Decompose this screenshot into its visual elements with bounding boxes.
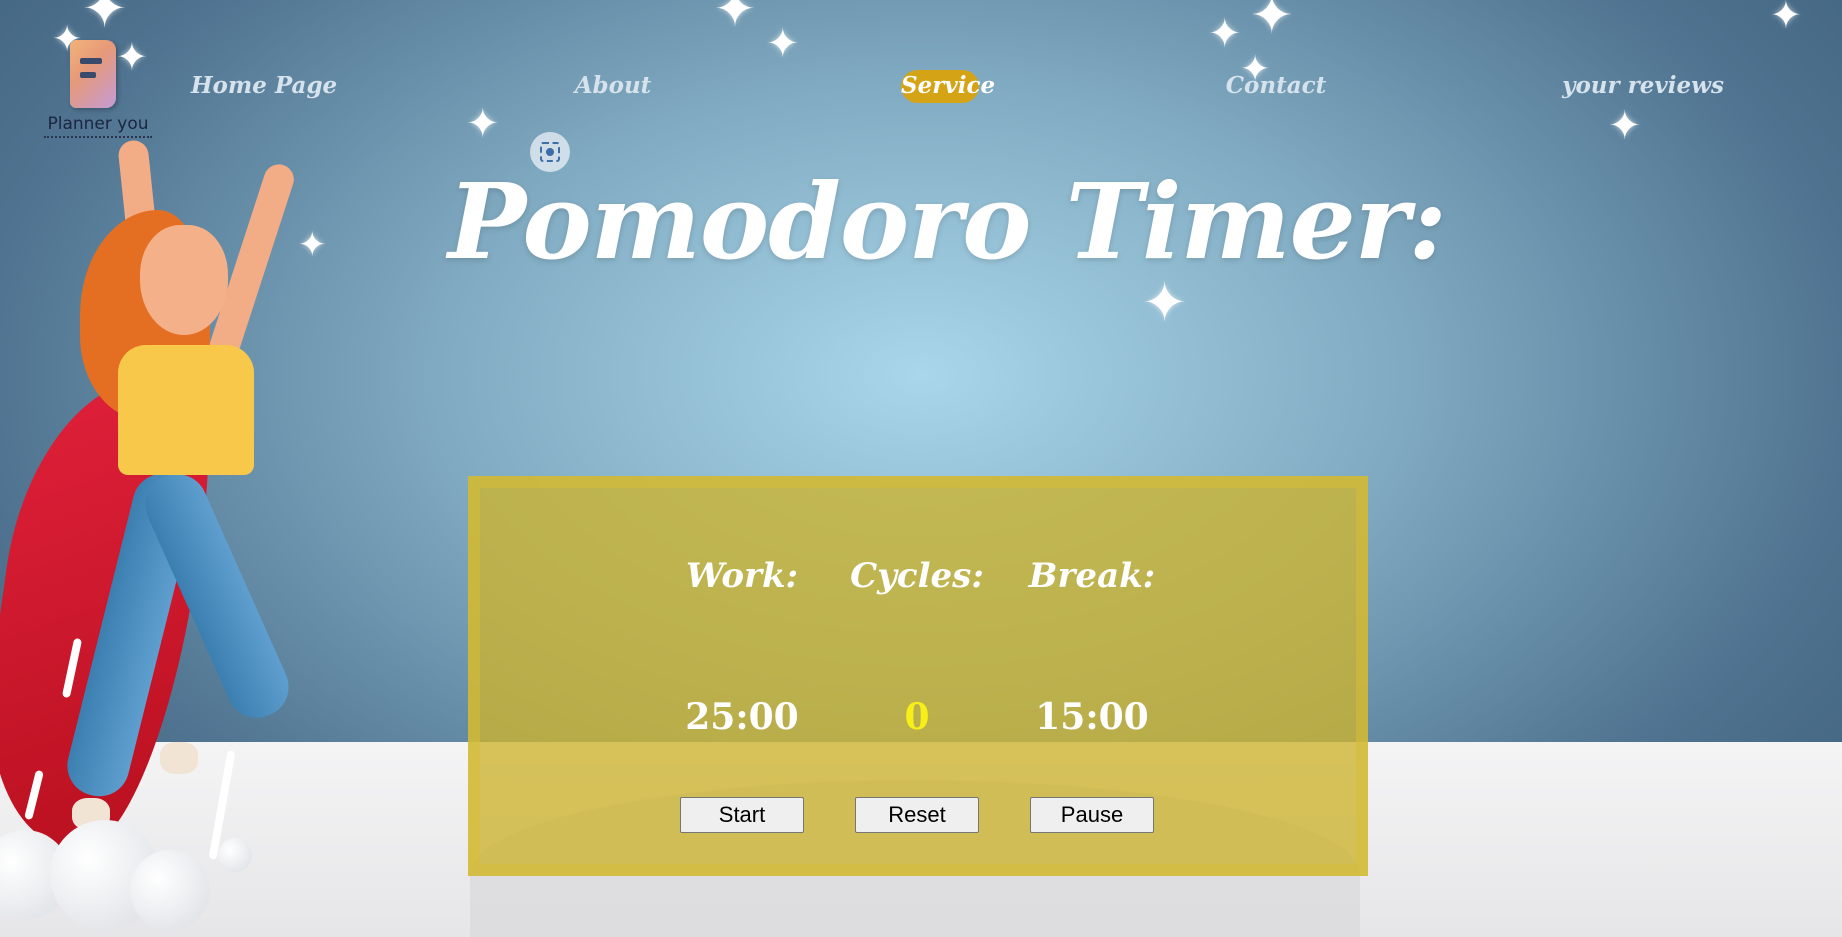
- break-time-value: 15:00: [1035, 696, 1149, 738]
- nav-home-page[interactable]: Home Page: [191, 72, 337, 99]
- reset-button[interactable]: Reset: [855, 797, 979, 833]
- nav-contact[interactable]: Contact: [1226, 72, 1327, 99]
- nav-about[interactable]: About: [575, 72, 652, 99]
- sparkle-star-icon: ✦: [1142, 271, 1188, 334]
- sparkle-star-icon: ✦: [766, 21, 800, 67]
- work-label: Work:: [685, 556, 799, 596]
- planner-book-icon: [70, 40, 116, 108]
- sparkle-star-icon: ✦: [82, 0, 128, 40]
- cycles-label: Cycles:: [850, 556, 984, 596]
- sparkle-star-icon: ✦: [1250, 0, 1294, 46]
- sparkle-star-icon: ✦: [1770, 0, 1802, 37]
- superhero-girl-illustration: [0, 130, 310, 937]
- nav-your-reviews[interactable]: your reviews: [1562, 72, 1724, 99]
- cycles-count-value: 0: [904, 696, 930, 738]
- hero-face: [140, 225, 228, 335]
- pause-button[interactable]: Pause: [1030, 797, 1154, 833]
- break-label: Break:: [1028, 556, 1156, 596]
- smoke-cloud: [218, 838, 252, 872]
- pomodoro-timer-panel: Work: 25:00 Cycles: 0 Break: 15:00 Start…: [468, 476, 1368, 876]
- screenshot-capture-icon: [540, 142, 560, 162]
- sparkle-star-icon: ✦: [466, 101, 500, 147]
- page-title: Pomodoro Timer:: [448, 160, 1447, 283]
- work-time-value: 25:00: [685, 696, 799, 738]
- nav-service[interactable]: Service: [901, 70, 995, 103]
- hero-right-shoe: [160, 742, 198, 774]
- smoke-cloud: [130, 850, 210, 930]
- sparkle-star-icon: ✦: [1608, 103, 1642, 149]
- sparkle-star-icon: ✦: [1208, 11, 1242, 57]
- hero-shirt: [118, 345, 254, 475]
- sparkle-star-icon: ✦: [714, 0, 756, 38]
- start-button[interactable]: Start: [680, 797, 804, 833]
